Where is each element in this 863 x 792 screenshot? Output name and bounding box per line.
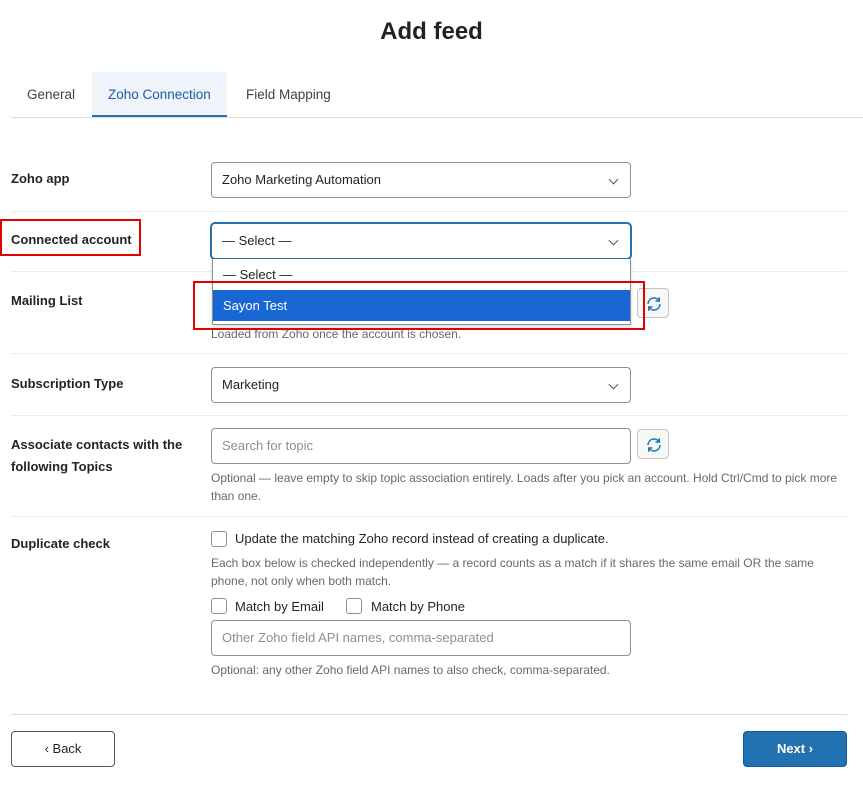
match-phone-label: Match by Phone <box>371 599 465 614</box>
topics-label-line2: following Topics <box>11 459 113 474</box>
tab-general[interactable]: General <box>11 72 91 117</box>
zoho-app-select[interactable]: Zoho Marketing Automation <box>211 162 631 198</box>
topic-search-input[interactable]: Search for topic <box>211 428 631 464</box>
connected-account-select[interactable]: — Select — <box>211 223 631 259</box>
back-button[interactable]: ‹ Back <box>11 731 115 767</box>
update-record-checkbox[interactable] <box>211 531 227 547</box>
row-divider <box>11 353 847 354</box>
refresh-icon <box>647 297 661 311</box>
chevron-down-icon <box>608 174 619 185</box>
subscription-type-label: Subscription Type <box>11 376 124 391</box>
dropdown-option-select[interactable]: — Select — <box>213 259 630 290</box>
tab-zoho-connection[interactable]: Zoho Connection <box>92 72 227 117</box>
mailing-list-label: Mailing List <box>11 293 83 308</box>
duplicate-check-label: Duplicate check <box>11 536 110 551</box>
topics-label-line1: Associate contacts with the <box>11 437 183 452</box>
connected-account-value: — Select — <box>222 233 292 248</box>
topics-help: Optional — leave empty to skip topic ass… <box>211 471 838 503</box>
dropdown-option-sayon-test[interactable]: Sayon Test <box>213 290 630 321</box>
match-email-checkbox[interactable] <box>211 598 227 614</box>
row-divider <box>11 516 847 517</box>
footer-divider <box>11 714 847 715</box>
other-fields-placeholder: Other Zoho field API names, comma-separa… <box>222 630 494 645</box>
tab-field-mapping[interactable]: Field Mapping <box>230 72 347 117</box>
mailing-list-refresh-button[interactable] <box>637 288 669 318</box>
tab-bar: General Zoho Connection Field Mapping <box>11 72 863 118</box>
connected-account-label: Connected account <box>11 232 132 247</box>
subscription-type-select[interactable]: Marketing <box>211 367 631 403</box>
other-fields-input[interactable]: Other Zoho field API names, comma-separa… <box>211 620 631 656</box>
other-fields-help: Optional: any other Zoho field API names… <box>211 663 610 677</box>
row-divider <box>11 415 847 416</box>
zoho-app-label: Zoho app <box>11 171 70 186</box>
row-divider <box>11 211 847 212</box>
refresh-icon <box>647 438 661 452</box>
topics-refresh-button[interactable] <box>637 429 669 459</box>
update-record-label: Update the matching Zoho record instead … <box>235 531 609 546</box>
topic-search-placeholder: Search for topic <box>222 438 314 453</box>
subscription-type-value: Marketing <box>222 377 280 392</box>
next-button[interactable]: Next › <box>743 731 847 767</box>
chevron-down-icon <box>608 379 619 390</box>
zoho-app-value: Zoho Marketing Automation <box>222 172 381 187</box>
connected-account-dropdown: — Select — Sayon Test <box>212 259 631 325</box>
page-title: Add feed <box>380 18 483 45</box>
mailing-list-help: Loaded from Zoho once the account is cho… <box>211 327 462 341</box>
match-phone-checkbox[interactable] <box>346 598 362 614</box>
chevron-down-icon <box>608 235 619 246</box>
match-email-label: Match by Email <box>235 599 324 614</box>
duplicate-check-help: Each box below is checked independently … <box>211 556 814 588</box>
